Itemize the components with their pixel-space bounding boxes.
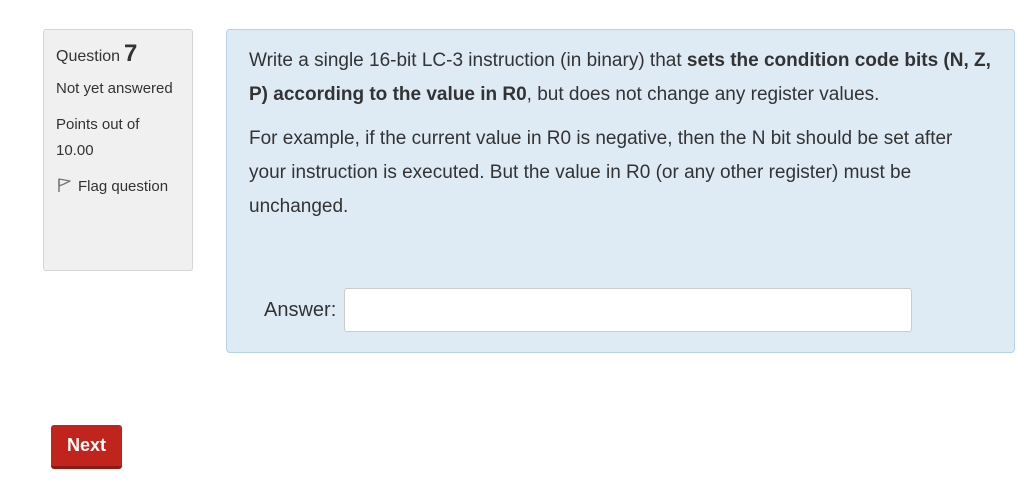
question-label: Question [56, 48, 121, 65]
grade-value: 10.00 [56, 142, 94, 159]
question-text-part1: Write a single 16-bit LC-3 instruction (… [249, 50, 687, 71]
quiz-page: Question 7 Not yet answered Points out o… [0, 0, 1024, 491]
question-state: Not yet answered [56, 80, 173, 97]
next-button[interactable]: Next [51, 425, 122, 469]
question-number: 7 [124, 40, 138, 67]
answer-input[interactable] [344, 288, 913, 332]
question-number-row: Question 7 [56, 42, 180, 70]
flag-question-toggle[interactable]: Flag question [56, 174, 180, 200]
question-grade: Points out of 10.00 [56, 112, 180, 164]
question-content: Write a single 16-bit LC-3 instruction (… [226, 29, 1015, 353]
grade-label: Points out of [56, 116, 140, 133]
flag-label: Flag question [78, 178, 169, 195]
question-example-text: For example, if the current value in R0 … [249, 128, 953, 217]
question-info-panel: Question 7 Not yet answered Points out o… [43, 29, 193, 271]
question-text-part2: , but does not change any register value… [526, 84, 880, 105]
question-text: Write a single 16-bit LC-3 instruction (… [249, 44, 992, 112]
answer-label: Answer: [264, 299, 337, 321]
answer-row: Answer: [264, 288, 913, 332]
flag-icon [56, 176, 72, 192]
